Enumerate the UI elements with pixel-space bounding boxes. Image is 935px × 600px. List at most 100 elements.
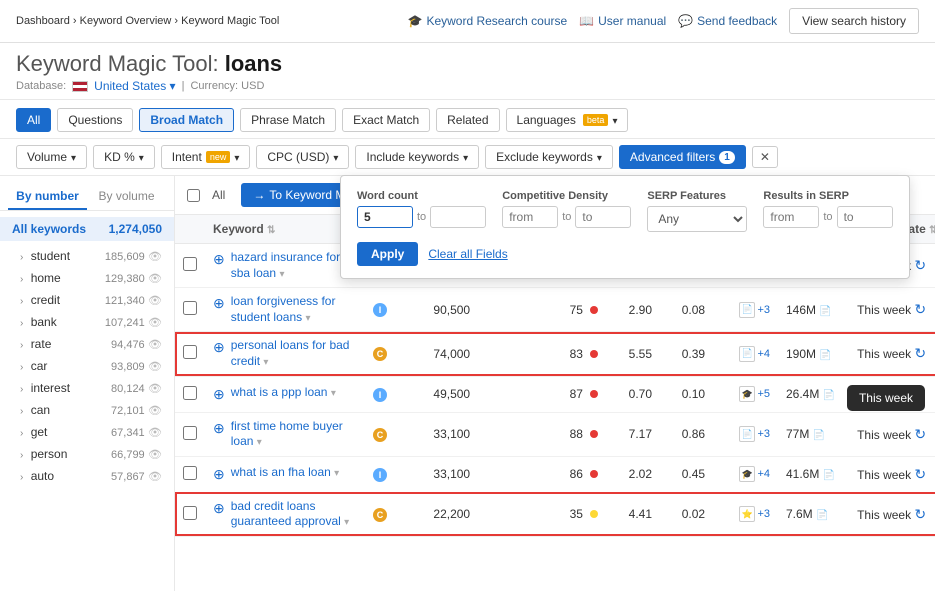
keyword-link[interactable]: bad credit loans guaranteed approval [231,499,341,529]
eye-icon[interactable]: 👁 [148,405,162,417]
word-count-from-input[interactable] [357,206,413,228]
keyword-link[interactable]: loan forgiveness for student loans [231,294,336,324]
row-checkbox[interactable] [183,301,197,315]
add-keyword-icon[interactable]: ⊕ [213,295,225,312]
advanced-filters-button[interactable]: Advanced filters 1 [619,145,746,169]
view-search-history-button[interactable]: View search history [789,8,919,34]
apply-button[interactable]: Apply [357,242,418,266]
sidebar-item-student[interactable]: › student 185,609 👁 [0,245,174,267]
refresh-update-icon[interactable]: ↻ [914,426,926,442]
all-keywords-row[interactable]: All keywords 1,274,050 [0,217,174,241]
sidebar-item-get[interactable]: › get 67,341 👁 [0,421,174,443]
user-manual-link[interactable]: 📖 User manual [579,14,666,28]
sidebar-item-interest[interactable]: › interest 80,124 👁 [0,377,174,399]
sidebar-item-person[interactable]: › person 66,799 👁 [0,443,174,465]
intent-filter-dropdown[interactable]: Intent new [161,145,251,169]
sf-plus-icon[interactable]: +3 [757,428,770,440]
add-keyword-icon[interactable]: ⊕ [213,500,225,517]
add-keyword-icon[interactable]: ⊕ [213,386,225,403]
send-feedback-link[interactable]: 💬 Send feedback [678,14,777,28]
sidebar-item-rate[interactable]: › rate 94,476 👁 [0,333,174,355]
row-checkbox[interactable] [183,466,197,480]
keyword-expand-icon[interactable]: ▾ [257,437,262,448]
cd-from-input[interactable] [502,206,558,228]
sidebar-item-bank[interactable]: › bank 107,241 👁 [0,311,174,333]
sidebar-item-credit[interactable]: › credit 121,340 👁 [0,289,174,311]
keyword-link[interactable]: what is a ppp loan [231,385,328,399]
intent-badge: I [373,388,387,402]
keyword-expand-icon[interactable]: ▾ [331,388,336,399]
country-selector[interactable]: United States ▾ [94,79,175,93]
row-checkbox[interactable] [183,506,197,520]
results-to-input[interactable] [837,206,893,228]
tab-questions[interactable]: Questions [57,108,133,132]
sidebar-tab-by-number[interactable]: By number [8,184,87,210]
row-checkbox[interactable] [183,426,197,440]
sf-plus-icon[interactable]: +3 [757,304,770,316]
sidebar-item-auto[interactable]: › auto 57,867 👁 [0,465,174,487]
add-keyword-icon[interactable]: ⊕ [213,420,225,437]
tab-broad-match[interactable]: Broad Match [139,108,234,132]
volume-filter-dropdown[interactable]: Volume [16,145,87,169]
keyword-expand-icon[interactable]: ▾ [305,313,310,324]
exclude-keywords-dropdown[interactable]: Exclude keywords [485,145,613,169]
keyword-expand-icon[interactable]: ▾ [344,517,349,528]
results-from-input[interactable] [763,206,819,228]
row-checkbox[interactable] [183,386,197,400]
eye-icon[interactable]: 👁 [148,295,162,307]
clear-all-fields-button[interactable]: Clear all Fields [428,247,507,261]
sidebar-item-car[interactable]: › car 93,809 👁 [0,355,174,377]
eye-icon[interactable]: 👁 [148,273,162,285]
refresh-update-icon[interactable]: ↻ [914,345,926,361]
row-checkbox[interactable] [183,345,197,359]
tab-related[interactable]: Related [436,108,499,132]
tab-exact-match[interactable]: Exact Match [342,108,430,132]
eye-icon[interactable]: 👁 [148,339,162,351]
sidebar-item-home[interactable]: › home 129,380 👁 [0,267,174,289]
sf-plus-icon[interactable]: +4 [757,468,770,480]
eye-icon[interactable]: 👁 [148,449,162,461]
add-keyword-icon[interactable]: ⊕ [213,466,225,483]
keyword-expand-icon[interactable]: ▾ [334,468,339,479]
tab-phrase-match[interactable]: Phrase Match [240,108,336,132]
select-all-checkbox[interactable] [187,189,200,202]
sf-plus-icon[interactable]: +5 [757,388,770,400]
eye-icon[interactable]: 👁 [148,361,162,373]
tab-all[interactable]: All [16,108,51,132]
keyword-link[interactable]: what is an fha loan [231,465,331,479]
sort-icon[interactable]: ⇅ [267,225,275,236]
eye-icon[interactable]: 👁 [148,251,162,263]
kd-filter-dropdown[interactable]: KD % [93,145,155,169]
sidebar-tab-by-volume[interactable]: By volume [87,184,166,210]
keyword-research-link[interactable]: 🎓 Keyword Research course [407,14,567,28]
cd-to-input[interactable] [575,206,631,228]
cpc-filter-dropdown[interactable]: CPC (USD) [256,145,349,169]
keyword-link[interactable]: first time home buyer loan [231,419,343,449]
include-keywords-dropdown[interactable]: Include keywords [355,145,479,169]
eye-icon[interactable]: 👁 [148,317,162,329]
eye-icon[interactable]: 👁 [148,471,162,483]
refresh-update-icon[interactable]: ↻ [914,386,926,402]
sort-icon[interactable]: ⇅ [929,225,935,236]
eye-icon[interactable]: 👁 [148,427,162,439]
refresh-update-icon[interactable]: ↻ [914,466,926,482]
serp-features-select[interactable]: Any [647,206,747,232]
keyword-expand-icon[interactable]: ▾ [279,269,284,280]
row-checkbox[interactable] [183,257,197,271]
sidebar-item-can[interactable]: › can 72,101 👁 [0,399,174,421]
keyword-expand-icon[interactable]: ▾ [263,357,268,368]
eye-icon[interactable]: 👁 [148,383,162,395]
sf-plus-icon[interactable]: +4 [757,348,770,360]
refresh-update-icon[interactable]: ↻ [914,257,926,273]
refresh-update-icon[interactable]: ↻ [914,301,926,317]
sf-plus-icon[interactable]: +3 [757,508,770,520]
add-keyword-icon[interactable]: ⊕ [213,339,225,356]
keyword-link[interactable]: personal loans for bad credit [231,338,350,368]
languages-dropdown[interactable]: Languages beta [506,108,629,132]
word-count-to-input[interactable] [430,206,486,228]
cd-inputs: to [502,206,631,228]
keyword-link[interactable]: hazard insurance for sba loan [231,250,340,280]
add-keyword-icon[interactable]: ⊕ [213,251,225,268]
refresh-update-icon[interactable]: ↻ [914,506,926,522]
close-advanced-filters-button[interactable]: ✕ [752,146,778,168]
